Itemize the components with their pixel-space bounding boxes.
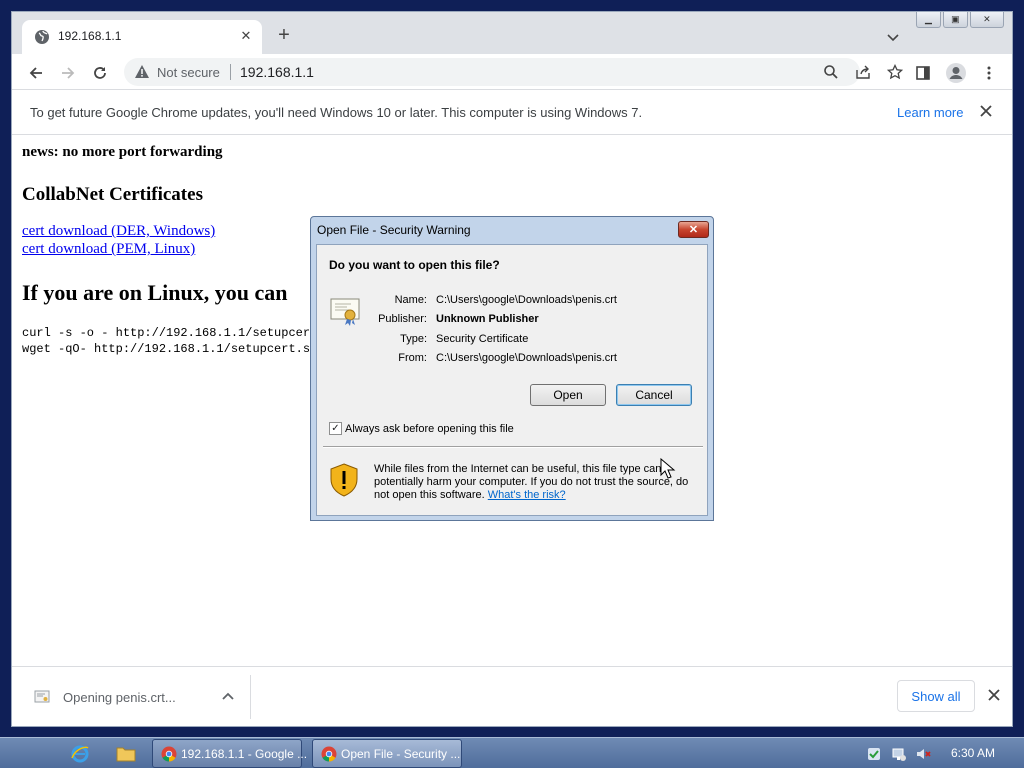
tab-active[interactable]: 192.168.1.1 ✕ (22, 20, 262, 54)
certificate-file-icon (34, 690, 50, 703)
windows-taskbar: 192.168.1.1 - Google ... Open File - Sec… (0, 737, 1024, 768)
globe-icon (35, 30, 49, 44)
chrome-icon (321, 746, 337, 762)
dialog-title: Open File - Security Warning (317, 223, 471, 237)
security-indicator[interactable]: Not secure (157, 65, 220, 80)
open-button[interactable]: Open (530, 384, 606, 406)
back-icon[interactable] (25, 62, 47, 84)
restore-button[interactable]: ▣ (942, 12, 968, 28)
browser-toolbar: Not secure 192.168.1.1 (12, 54, 1012, 90)
omnibox-divider (230, 64, 231, 80)
security-warning-dialog: Open File - Security Warning ✕ Do you wa… (310, 216, 714, 521)
tab-title: 192.168.1.1 (58, 29, 122, 43)
action-center-icon[interactable] (866, 746, 882, 762)
code-line-curl: curl -s -o - http://192.168.1.1/setupcer… (22, 326, 318, 340)
volume-muted-icon[interactable] (915, 746, 931, 762)
taskbar-dialog-button[interactable]: Open File - Security ... (312, 739, 462, 768)
share-icon[interactable] (854, 63, 872, 81)
cert-pem-link[interactable]: cert download (PEM, Linux) (22, 241, 195, 258)
show-all-button[interactable]: Show all (897, 680, 975, 712)
code-line-wget: wget -qO- http://192.168.1.1/setupcert.s… (22, 342, 318, 356)
cancel-button[interactable]: Cancel (616, 384, 692, 406)
type-label: Type: (400, 333, 427, 345)
warning-message: While files from the Internet can be use… (374, 463, 702, 502)
from-label: From: (398, 352, 427, 364)
always-ask-checkbox[interactable]: ✓ (329, 422, 342, 435)
internet-explorer-icon[interactable] (68, 742, 92, 766)
dialog-close-button[interactable]: ✕ (678, 221, 709, 238)
warning-triangle-icon[interactable] (134, 64, 150, 80)
url-text[interactable]: 192.168.1.1 (240, 64, 314, 80)
tab-strip: 192.168.1.1 ✕ + ▁ ▣ ✕ (12, 12, 1012, 54)
name-value: C:\Users\google\Downloads\penis.crt (436, 294, 617, 306)
learn-more-link[interactable]: Learn more (897, 105, 963, 120)
always-ask-label[interactable]: Always ask before opening this file (345, 423, 514, 435)
taskbar-dialog-label: Open File - Security ... (341, 747, 461, 761)
name-label: Name: (394, 294, 427, 306)
mouse-cursor-icon (660, 458, 676, 479)
profile-avatar-icon[interactable] (945, 62, 967, 84)
infobar-message: To get future Google Chrome updates, you… (30, 105, 643, 120)
tab-close-icon[interactable]: ✕ (238, 28, 254, 44)
minimize-button[interactable]: ▁ (916, 12, 941, 28)
linux-heading: If you are on Linux, you can (22, 280, 288, 305)
publisher-label: Publisher: (378, 313, 427, 325)
update-infobar: To get future Google Chrome updates, you… (12, 91, 1012, 135)
page-heading: CollabNet Certificates (22, 184, 203, 205)
download-shelf: Opening penis.crt... Show all (12, 666, 1012, 726)
publisher-value: Unknown Publisher (436, 313, 539, 325)
network-icon[interactable] (891, 746, 907, 762)
window-controls: ▁ ▣ ✕ (916, 12, 1004, 28)
dialog-body: Do you want to open this file? Name: C:\… (316, 244, 708, 516)
warning-shield-icon (330, 463, 358, 497)
file-explorer-icon[interactable] (114, 742, 138, 766)
forward-icon[interactable] (57, 62, 79, 84)
cert-der-link[interactable]: cert download (DER, Windows) (22, 223, 215, 240)
taskbar-chrome-button[interactable]: 192.168.1.1 - Google ... (152, 739, 307, 768)
news-line: news: no more port forwarding (22, 144, 223, 160)
taskbar-chrome-label: 192.168.1.1 - Google ... (181, 747, 308, 761)
tab-search-chevron-icon[interactable] (884, 28, 902, 46)
dialog-separator (323, 446, 703, 447)
bookmark-star-icon[interactable] (886, 63, 904, 81)
omnibox[interactable]: Not secure 192.168.1.1 (124, 58, 903, 86)
from-value: C:\Users\google\Downloads\penis.crt (436, 352, 617, 364)
infobar-close-icon[interactable] (976, 101, 996, 121)
side-panel-icon[interactable] (912, 62, 934, 84)
menu-kebab-icon[interactable] (978, 62, 1000, 84)
system-clock[interactable]: 6:30 AM (951, 746, 995, 760)
chevron-up-icon[interactable] (220, 689, 236, 705)
dialog-question: Do you want to open this file? (329, 258, 500, 272)
close-window-button[interactable]: ✕ (969, 12, 1004, 28)
whats-the-risk-link[interactable]: What's the risk? (488, 489, 566, 501)
new-tab-button[interactable]: + (274, 25, 294, 46)
download-item-name[interactable]: Opening penis.crt... (63, 690, 176, 705)
download-shelf-close-icon[interactable] (984, 685, 1004, 705)
reload-icon[interactable] (89, 62, 111, 84)
chrome-icon (161, 746, 177, 762)
download-separator (250, 675, 251, 719)
zoom-search-icon[interactable] (822, 63, 840, 81)
type-value: Security Certificate (436, 333, 529, 345)
